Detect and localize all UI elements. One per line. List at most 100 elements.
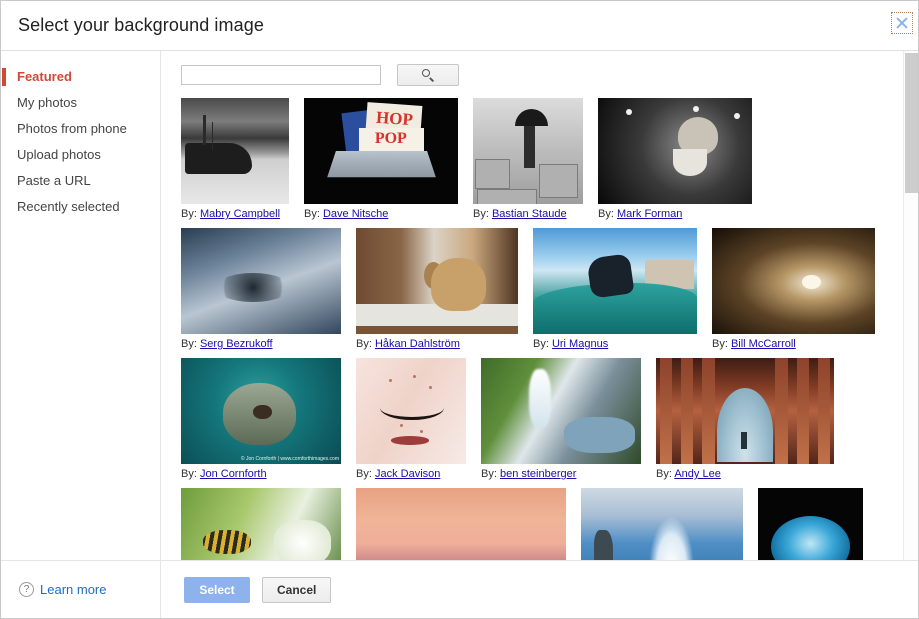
thumbnail-row: © Jon Cornforth | www.cornforthimages.co… [181,358,918,480]
thumbnail-image[interactable]: © Jon Cornforth | www.cornforthimages.co… [181,358,341,464]
photo-credit: By: Andy Lee [656,468,834,480]
search-icon [421,68,435,82]
thumbnail-cell [581,488,743,560]
credit-prefix: By: [481,468,500,480]
thumbnail-image[interactable] [181,488,341,560]
photo-author-link[interactable]: Mark Forman [617,208,682,220]
search-button[interactable] [397,64,459,86]
thumbnail-cell: By: Andy Lee [656,358,834,480]
photo-author-link[interactable]: Bill McCarroll [731,338,796,350]
photo-credit: By: Mabry Campbell [181,208,289,220]
thumbnail-image[interactable] [533,228,697,334]
thumbnail-image[interactable] [581,488,743,560]
thumbnail-image[interactable] [758,488,863,560]
photo-author-link[interactable]: ben steinberger [500,468,576,480]
photo-author-link[interactable]: Håkan Dahlström [375,338,460,350]
photo-credit: By: Mark Forman [598,208,752,220]
gallery-scrollbar[interactable] [903,51,918,560]
photo-author-link[interactable]: Andy Lee [674,468,720,480]
thumbnail-image[interactable] [656,358,834,464]
thumbnail-cell: By: Jack Davison [356,358,466,480]
photo-author-link[interactable]: Uri Magnus [552,338,608,350]
footer-left: ? Learn more [1,561,161,618]
sidebar-item-upload-photos[interactable]: Upload photos [1,142,160,168]
thumbnail-cell [758,488,863,560]
thumbnail-row [181,488,918,560]
photo-author-link[interactable]: Dave Nitsche [323,208,388,220]
thumbnail-image[interactable] [481,358,641,464]
thumbnail-cell [181,488,341,560]
scrollbar-thumb[interactable] [905,53,918,193]
photo-author-link[interactable]: Jon Cornforth [200,468,267,480]
photo-credit: By: Dave Nitsche [304,208,458,220]
footer-actions: Select Cancel [161,576,918,603]
photo-credit: By: Bastian Staude [473,208,583,220]
credit-prefix: By: [356,338,375,350]
thumbnail-image[interactable] [356,358,466,464]
question-mark-icon: ? [19,582,34,597]
thumbnail-cell: By: Uri Magnus [533,228,697,350]
thumbnail-grid: By: Mabry Campbell HOP POP By: Dave Nitsc… [161,86,918,560]
credit-prefix: By: [181,338,200,350]
credit-prefix: By: [473,208,492,220]
credit-prefix: By: [181,208,200,220]
thumbnail-image[interactable]: HOP POP [304,98,458,204]
thumbnail-image[interactable] [598,98,752,204]
photo-credit: By: Uri Magnus [533,338,697,350]
learn-more-link[interactable]: ? Learn more [19,582,106,597]
credit-prefix: By: [598,208,617,220]
thumbnail-image[interactable] [356,488,566,560]
sidebar-item-recently-selected[interactable]: Recently selected [1,194,160,220]
thumbnail-image[interactable] [181,98,289,204]
photo-author-link[interactable]: Mabry Campbell [200,208,280,220]
thumbnail-image[interactable] [712,228,875,334]
thumbnail-image[interactable] [181,228,341,334]
sidebar-item-label: Upload photos [17,147,101,162]
thumbnail-cell: By: Mabry Campbell [181,98,289,220]
photo-credit: By: Bill McCarroll [712,338,875,350]
photo-credit: By: Jack Davison [356,468,466,480]
thumbnail-cell: HOP POP By: Dave Nitsche [304,98,458,220]
sidebar-item-my-photos[interactable]: My photos [1,90,160,116]
thumbnail-cell: By: Håkan Dahlström [356,228,518,350]
close-icon [895,16,909,30]
photo-credit: By: Serg Bezrukoff [181,338,341,350]
sidebar-item-label: Photos from phone [17,121,127,136]
search-input[interactable] [181,65,381,85]
credit-prefix: By: [533,338,552,350]
close-button[interactable] [891,12,913,34]
page-title: Select your background image [18,15,264,35]
thumbnail-cell: By: Bastian Staude [473,98,583,220]
thumbnail-row: By: Serg Bezrukoff By: Håkan Dahlström B… [181,228,918,350]
thumbnail-cell [356,488,566,560]
credit-prefix: By: [656,468,675,480]
thumbnail-cell: By: Serg Bezrukoff [181,228,341,350]
thumbnail-image[interactable] [356,228,518,334]
thumbnail-cell: By: Mark Forman [598,98,752,220]
thumbnail-cell: © Jon Cornforth | www.cornforthimages.co… [181,358,341,480]
photo-credit: By: Håkan Dahlström [356,338,518,350]
select-button[interactable]: Select [184,576,250,603]
credit-prefix: By: [356,468,375,480]
dialog-body: Featured My photos Photos from phone Upl… [1,51,918,560]
photo-credit: By: ben steinberger [481,468,641,480]
sidebar-item-photos-from-phone[interactable]: Photos from phone [1,116,160,142]
sidebar: Featured My photos Photos from phone Upl… [1,51,161,560]
cancel-button[interactable]: Cancel [262,576,332,603]
credit-prefix: By: [304,208,323,220]
sidebar-item-featured[interactable]: Featured [1,64,160,90]
sidebar-item-paste-a-url[interactable]: Paste a URL [1,168,160,194]
learn-more-label: Learn more [40,582,107,597]
thumbnail-image[interactable] [473,98,583,204]
sidebar-item-label: Recently selected [17,199,120,214]
thumbnail-row: By: Mabry Campbell HOP POP By: Dave Nitsc… [181,98,918,220]
gallery-pane: By: Mabry Campbell HOP POP By: Dave Nitsc… [161,51,918,560]
image-watermark: © Jon Cornforth | www.cornforthimages.co… [240,456,339,462]
search-row [161,51,918,86]
dialog-footer: ? Learn more Select Cancel [1,560,918,618]
photo-author-link[interactable]: Jack Davison [375,468,440,480]
photo-author-link[interactable]: Bastian Staude [492,208,567,220]
photo-author-link[interactable]: Serg Bezrukoff [200,338,273,350]
thumbnail-cell: By: Bill McCarroll [712,228,875,350]
sidebar-item-label: Paste a URL [17,173,91,188]
